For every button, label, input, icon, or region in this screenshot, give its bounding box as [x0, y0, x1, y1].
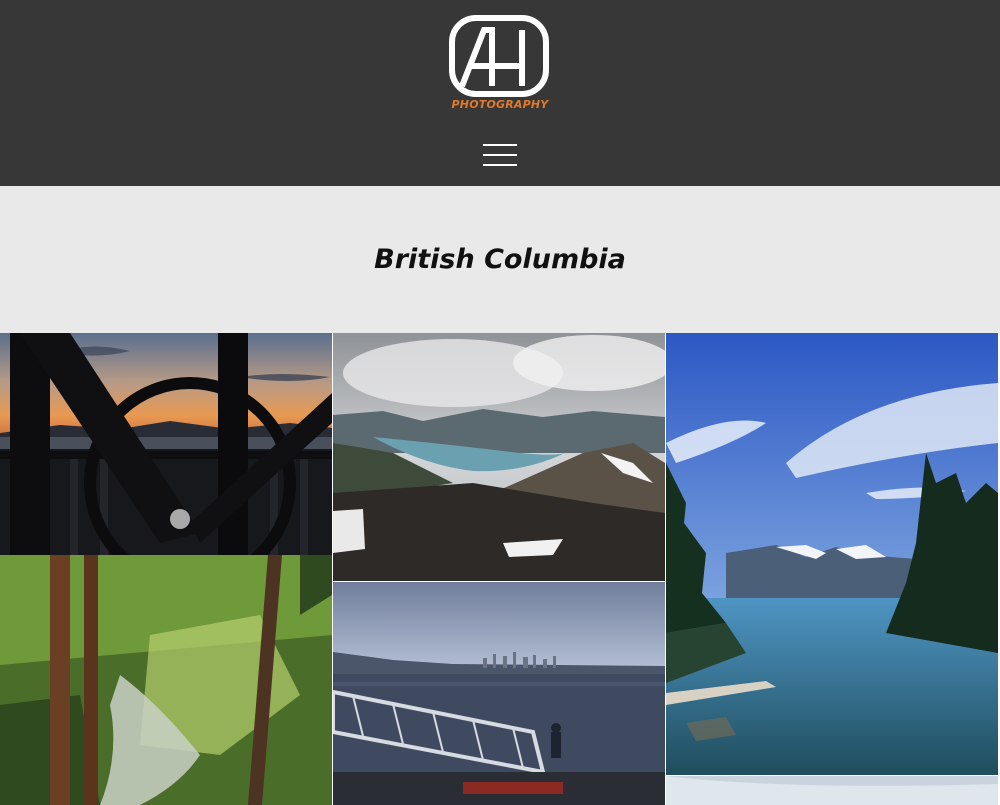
page-title: British Columbia — [374, 244, 626, 275]
logo-tagline: PHOTOGRAPHY — [451, 98, 549, 111]
photo-gallery — [0, 333, 1000, 805]
gallery-photo-alpine-lake[interactable] — [666, 333, 998, 775]
forest-image — [0, 555, 332, 805]
site-header: PHOTOGRAPHY — [0, 0, 1000, 186]
hamburger-menu-icon[interactable] — [480, 138, 520, 172]
sunset-wheel-image — [0, 333, 332, 555]
mountain-lake-image — [333, 333, 665, 581]
harbour-skyline-image — [333, 582, 665, 805]
gallery-photo-forest[interactable] — [0, 555, 332, 805]
alpine-lake-image — [666, 333, 998, 775]
page-title-band: British Columbia — [0, 186, 1000, 333]
gallery-photo-sunset-wheel[interactable] — [0, 333, 332, 555]
gallery-photo-partial[interactable] — [666, 776, 998, 805]
partial-photo-image — [666, 776, 998, 805]
gallery-photo-harbour-skyline[interactable] — [333, 582, 665, 805]
gallery-photo-mountain-lake[interactable] — [333, 333, 665, 581]
